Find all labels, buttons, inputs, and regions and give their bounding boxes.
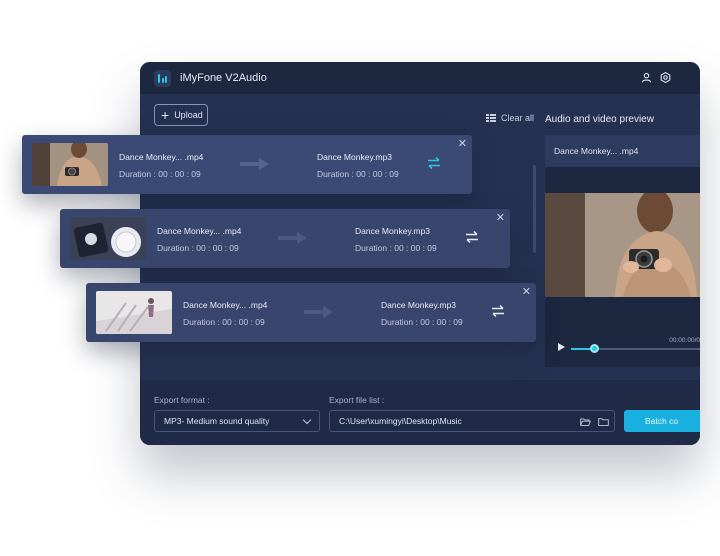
settings-icon[interactable] (660, 72, 671, 83)
list-icon (486, 113, 496, 123)
play-icon[interactable] (558, 343, 565, 351)
clear-all-button[interactable]: Clear all (486, 113, 534, 123)
player-time: 00:00:00/0 (669, 337, 700, 344)
export-path-label: Export file list : (329, 395, 385, 405)
app-title: iMyFone V2Audio (180, 72, 267, 84)
title-bar: iMyFone V2Audio (140, 62, 700, 94)
swap-icon[interactable] (426, 155, 442, 171)
arrow-right-icon (240, 158, 269, 170)
output-duration: Duration : 00 : 00 : 09 (317, 169, 399, 179)
close-icon[interactable]: ✕ (496, 211, 505, 224)
file-card[interactable]: Dance Monkey... .mp4 Duration : 00 : 00 … (86, 283, 536, 342)
swap-icon[interactable] (490, 303, 506, 319)
preview-header: Dance Monkey... .mp4 (545, 135, 700, 167)
source-duration: Duration : 00 : 00 : 09 (119, 169, 201, 179)
preview-video[interactable] (545, 193, 700, 297)
output-file-name: Dance Monkey.mp3 (381, 300, 456, 310)
arrow-right-icon (278, 232, 307, 244)
video-thumbnail (70, 217, 146, 260)
export-format-value: MP3- Medium sound quality (164, 416, 270, 426)
source-duration: Duration : 00 : 00 : 09 (183, 317, 265, 327)
video-thumbnail (96, 291, 172, 334)
preview-file-name: Dance Monkey... .mp4 (554, 146, 639, 156)
file-card[interactable]: Dance Monkey... .mp4 Duration : 00 : 00 … (22, 135, 472, 194)
source-file-name: Dance Monkey... .mp4 (183, 300, 268, 310)
progress-knob[interactable] (589, 344, 599, 353)
preview-panel: Dance Monkey... .mp4 00:00:00/0 (545, 135, 700, 367)
output-file-name: Dance Monkey.mp3 (317, 152, 392, 162)
close-icon[interactable]: ✕ (522, 285, 531, 298)
upload-button[interactable]: + Upload (154, 104, 208, 126)
export-path-field[interactable]: C:\User\xumingyi\Desktop\Music (329, 410, 615, 432)
clear-all-label: Clear all (501, 113, 535, 123)
output-duration: Duration : 00 : 00 : 09 (381, 317, 463, 327)
video-thumbnail (32, 143, 108, 186)
export-path-value: C:\User\xumingyi\Desktop\Music (339, 416, 462, 426)
swap-icon[interactable] (464, 229, 480, 245)
upload-label: Upload (174, 110, 203, 120)
folder-open-icon[interactable] (580, 418, 591, 426)
export-format-select[interactable]: MP3- Medium sound quality (154, 410, 320, 432)
export-bar: Export format : MP3- Medium sound qualit… (140, 380, 700, 445)
file-card[interactable]: Dance Monkey... .mp4 Duration : 00 : 00 … (60, 209, 510, 268)
plus-icon: + (161, 107, 170, 123)
app-logo-icon (154, 70, 171, 87)
arrow-right-icon (304, 306, 333, 318)
export-format-label: Export format : (154, 395, 210, 405)
folder-icon[interactable] (598, 418, 609, 426)
source-file-name: Dance Monkey... .mp4 (157, 226, 242, 236)
user-icon[interactable] (641, 72, 652, 83)
output-file-name: Dance Monkey.mp3 (355, 226, 430, 236)
batch-convert-button[interactable]: Batch co (624, 410, 700, 432)
file-list-scrollbar[interactable] (533, 165, 536, 253)
output-duration: Duration : 00 : 00 : 09 (355, 243, 437, 253)
source-file-name: Dance Monkey... .mp4 (119, 152, 204, 162)
chevron-down-icon (302, 415, 312, 425)
preview-title: Audio and video preview (545, 114, 654, 125)
close-icon[interactable]: ✕ (458, 137, 467, 150)
source-duration: Duration : 00 : 00 : 09 (157, 243, 239, 253)
